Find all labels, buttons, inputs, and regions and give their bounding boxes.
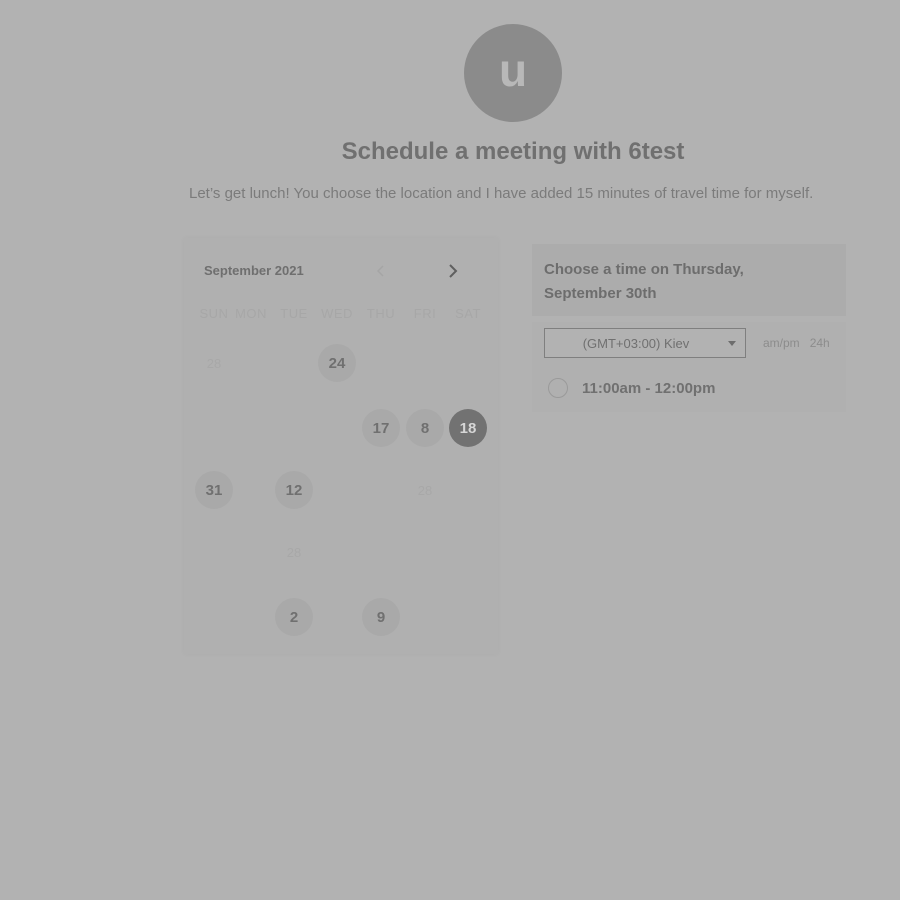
time-slot-radio[interactable]	[548, 378, 568, 398]
caret-down-icon	[719, 340, 745, 346]
time-format-toggle: am/pm 24h	[763, 336, 830, 350]
calendar-day[interactable]: 8	[406, 409, 444, 447]
scheduling-page: u Schedule a meeting with 6test Let’s ge…	[0, 0, 900, 900]
calendar-day[interactable]: 31	[195, 471, 233, 509]
calendar-day: 28	[206, 355, 222, 371]
format-12h-option[interactable]: am/pm	[763, 336, 800, 350]
calendar-day: 28	[417, 482, 433, 498]
avatar-letter: u	[498, 44, 528, 96]
previous-month-button[interactable]	[370, 260, 392, 282]
calendar-day[interactable]: 17	[362, 409, 400, 447]
calendar-day: 28	[286, 544, 302, 560]
next-month-button[interactable]	[442, 260, 464, 282]
weekday-fri: FRI	[413, 306, 437, 321]
chevron-left-icon	[376, 265, 384, 277]
weekday-sat: SAT	[455, 306, 481, 321]
page-title: Schedule a meeting with 6test	[341, 138, 685, 165]
calendar-day-selected[interactable]: 18	[449, 409, 487, 447]
calendar-day[interactable]: 9	[362, 598, 400, 636]
time-slot[interactable]: 11:00am - 12:00pm	[548, 378, 715, 398]
calendar-month-label: September 2021	[204, 263, 304, 278]
timezone-select[interactable]: (GMT+03:00) Kiev	[544, 328, 746, 358]
time-selection-heading: Choose a time on Thursday, September 30t…	[544, 261, 744, 302]
time-selection-header: Choose a time on Thursday, September 30t…	[532, 244, 846, 316]
weekday-tue: TUE	[280, 306, 308, 321]
time-slot-label: 11:00am - 12:00pm	[582, 379, 716, 397]
avatar: u	[464, 24, 562, 122]
weekday-header-row: SUN MON TUE WED THU FRI SAT	[184, 306, 498, 326]
chevron-right-icon	[449, 264, 458, 278]
calendar-day[interactable]: 12	[275, 471, 313, 509]
weekday-wed: WED	[321, 306, 353, 321]
calendar-day[interactable]: 24	[318, 344, 356, 382]
calendar-day[interactable]: 2	[275, 598, 313, 636]
format-24h-option[interactable]: 24h	[810, 336, 830, 350]
timezone-value: (GMT+03:00) Kiev	[582, 335, 690, 351]
weekday-thu: THU	[366, 306, 396, 321]
calendar-panel: September 2021 SUN MON TUE WED THU FRI SAT 28 2…	[184, 238, 498, 654]
weekday-mon: MON	[235, 306, 267, 321]
page-description: Let’s get lunch! You choose the location…	[189, 185, 814, 202]
time-selection-panel: (GMT+03:00) Kiev am/pm 24h 11:00am - 12:…	[532, 322, 846, 412]
